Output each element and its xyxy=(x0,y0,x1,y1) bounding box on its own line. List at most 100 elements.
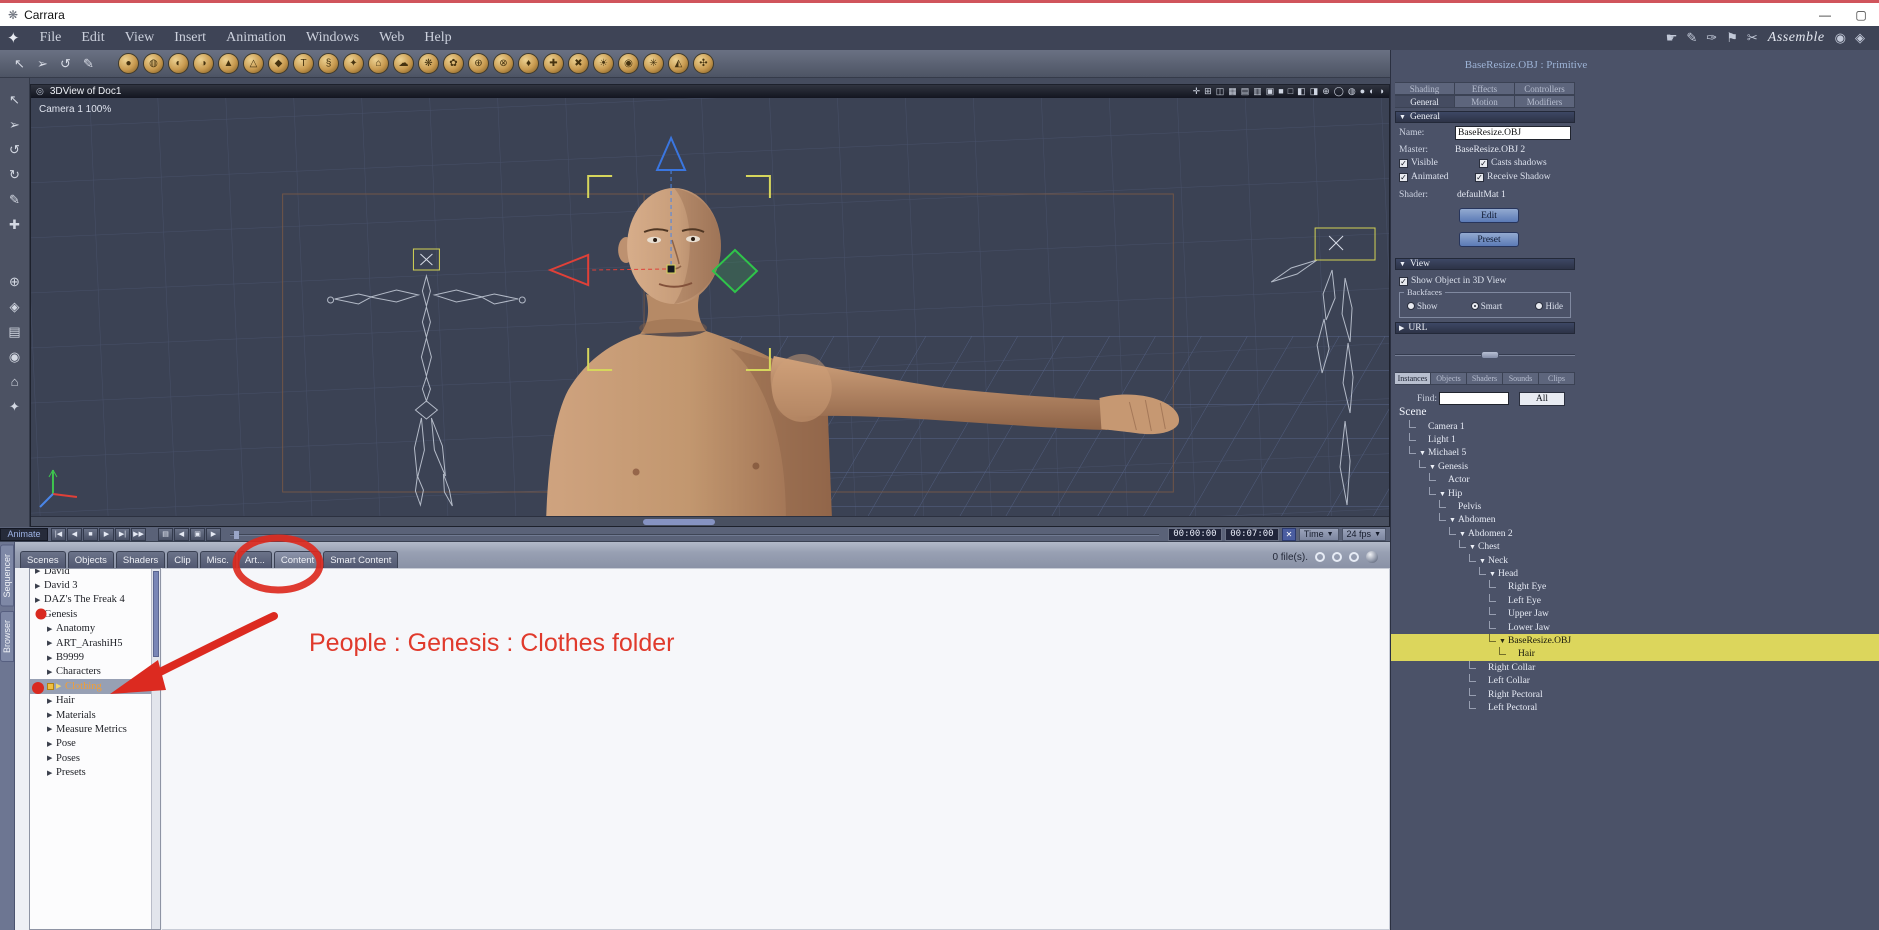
expand-arrow-icon[interactable]: ▶ xyxy=(47,625,56,633)
browser-tab[interactable]: Misc. xyxy=(199,551,236,568)
expand-arrow-icon[interactable]: ▼ xyxy=(1429,463,1438,471)
property-tab[interactable]: Modifiers xyxy=(1515,95,1575,108)
view-option-icon[interactable]: ◈ xyxy=(1855,30,1865,46)
all-filter-button[interactable]: All xyxy=(1519,392,1565,406)
view-control-icon[interactable]: ◨ xyxy=(1310,86,1319,97)
radio-icon[interactable] xyxy=(1407,302,1415,310)
fps-dropdown[interactable]: 24 fps ▼ xyxy=(1341,527,1386,541)
mode-tool-icon[interactable]: ✑ xyxy=(1706,30,1717,46)
insert-object-icon[interactable]: ◉ xyxy=(618,53,639,74)
visible-checkbox[interactable]: ✓ Visible xyxy=(1399,158,1438,168)
maximize-button[interactable]: ▢ xyxy=(1843,3,1879,26)
viewport-tool-icon[interactable]: ↻ xyxy=(9,167,20,182)
mode-tool-icon[interactable]: ✎ xyxy=(1686,30,1697,46)
expand-arrow-icon[interactable]: ▼ xyxy=(1499,637,1508,645)
transport-button[interactable]: ▶| xyxy=(115,527,130,541)
insert-object-icon[interactable]: ✦ xyxy=(343,53,364,74)
folder-tree-item[interactable]: ▶ ART_ArashiH5 xyxy=(30,636,160,650)
browser-tab[interactable]: Clip xyxy=(167,551,198,568)
transport-button[interactable]: ■ xyxy=(83,527,98,541)
scene-tree-item[interactable]: Right Collar xyxy=(1391,660,1879,674)
insert-object-icon[interactable]: ▲ xyxy=(218,53,239,74)
view-control-icon[interactable]: ▥ xyxy=(1253,86,1262,97)
scene-render[interactable] xyxy=(31,98,1389,516)
viewport-tool-icon[interactable]: ↺ xyxy=(9,142,20,157)
insert-object-icon[interactable]: ✚ xyxy=(543,53,564,74)
menu-item[interactable]: Edit xyxy=(71,28,114,48)
checkbox-icon[interactable]: ✓ xyxy=(1399,158,1408,168)
viewport-tool-icon[interactable]: ↖ xyxy=(9,92,20,107)
view-control-icon[interactable]: ◐ xyxy=(1369,86,1374,97)
menu-item[interactable]: Animation xyxy=(216,28,296,48)
scene-tree-item[interactable]: Left Eye xyxy=(1391,593,1879,607)
view-control-icon[interactable]: ▦ xyxy=(1228,86,1237,97)
timeline-close-button[interactable]: ✕ xyxy=(1281,527,1296,541)
insert-object-icon[interactable]: ✣ xyxy=(693,53,714,74)
scene-tree-item[interactable]: ▼ Michael 5 xyxy=(1391,446,1879,460)
name-input[interactable] xyxy=(1455,126,1571,140)
casts-shadows-checkbox[interactable]: ✓ Casts shadows xyxy=(1479,158,1547,168)
end-time-field[interactable]: 00:07:00 xyxy=(1224,527,1279,541)
expand-arrow-icon[interactable]: ▼ xyxy=(1419,449,1428,457)
scene-tree-item[interactable]: ▼ Abdomen 2 xyxy=(1391,526,1879,540)
insert-object-icon[interactable]: ⌂ xyxy=(368,53,389,74)
expand-arrow-icon[interactable]: ▶ xyxy=(47,740,56,748)
transport-button[interactable]: |◀ xyxy=(51,527,66,541)
folder-tree-item[interactable]: ▶ Clothing xyxy=(30,679,160,694)
panel-splitter-slider[interactable] xyxy=(1395,350,1575,360)
insert-object-icon[interactable]: ◐ xyxy=(168,53,189,74)
view-control-icon[interactable]: ⊞ xyxy=(1204,86,1212,97)
property-tab[interactable]: General xyxy=(1395,95,1455,108)
viewport-tool-icon[interactable]: ✚ xyxy=(9,217,20,232)
property-tab[interactable]: Motion xyxy=(1455,95,1515,108)
timeline-option-button[interactable]: ▶ xyxy=(206,527,221,541)
scene-tree-item[interactable]: Hair xyxy=(1391,647,1879,662)
scene-tree-item[interactable]: Actor xyxy=(1391,473,1879,487)
view-control-icon[interactable]: ▣ xyxy=(1266,86,1275,97)
scene-tree-item[interactable]: ▼ Neck xyxy=(1391,553,1879,567)
expand-arrow-icon[interactable]: ▶ xyxy=(47,725,56,733)
display-mode-icon[interactable] xyxy=(1349,552,1359,562)
expand-arrow-icon[interactable]: ▼ xyxy=(1439,490,1448,498)
view-control-icon[interactable]: ◯ xyxy=(1334,86,1344,97)
menu-item[interactable]: File xyxy=(30,28,72,48)
general-section-header[interactable]: ▼ General xyxy=(1395,111,1575,123)
menu-item[interactable]: Windows xyxy=(296,28,369,48)
menu-item[interactable]: Web xyxy=(369,28,414,48)
viewport-hscrollbar[interactable] xyxy=(31,516,1389,526)
mode-tool-icon[interactable]: ⚑ xyxy=(1726,30,1738,46)
expand-arrow-icon[interactable]: ▶ xyxy=(35,582,44,590)
content-file-area[interactable] xyxy=(162,568,1390,930)
folder-tree-item[interactable]: ▶ Anatomy xyxy=(30,622,160,636)
expand-arrow-icon[interactable]: ▶ xyxy=(47,754,56,762)
property-tab[interactable]: Controllers xyxy=(1515,82,1575,95)
expand-arrow-icon[interactable]: ▼ xyxy=(35,610,44,618)
insert-object-icon[interactable]: ⊕ xyxy=(468,53,489,74)
view-control-icon[interactable]: ✛ xyxy=(1193,86,1201,97)
timeline-option-button[interactable]: ▣ xyxy=(190,527,205,541)
insert-object-icon[interactable]: § xyxy=(318,53,339,74)
insert-object-icon[interactable]: ☀ xyxy=(593,53,614,74)
property-tab[interactable]: Shading xyxy=(1395,82,1455,95)
scene-tree-item[interactable]: Light 1 xyxy=(1391,433,1879,446)
viewport-tool-icon[interactable]: ◉ xyxy=(9,349,20,364)
insert-object-icon[interactable]: ● xyxy=(118,53,139,74)
show-object-checkbox[interactable]: ✓ Show Object in 3D View xyxy=(1399,276,1506,286)
folder-tree-item[interactable]: ▶ David xyxy=(30,569,160,578)
view-control-icon[interactable]: ● xyxy=(1360,86,1365,97)
transport-button[interactable]: ▶ xyxy=(99,527,114,541)
side-tab[interactable]: Sequencer xyxy=(0,545,14,607)
gizmo-center[interactable] xyxy=(666,264,676,274)
expand-arrow-icon[interactable]: ▶ xyxy=(35,596,44,604)
expand-arrow-icon[interactable]: ▶ xyxy=(47,769,56,777)
insert-object-icon[interactable]: ◆ xyxy=(268,53,289,74)
scene-tree-item[interactable]: Left Collar xyxy=(1391,674,1879,687)
expand-arrow-icon[interactable]: ▶ xyxy=(47,668,56,676)
timeline-option-button[interactable]: ◀ xyxy=(174,527,189,541)
playhead[interactable] xyxy=(234,530,239,539)
scene-tree-item[interactable]: Pelvis xyxy=(1391,500,1879,513)
view-control-icon[interactable]: ◍ xyxy=(1348,86,1356,97)
folder-tree-item[interactable]: ▶ Measure Metrics xyxy=(30,722,160,736)
menu-item[interactable]: Help xyxy=(414,28,461,48)
list-tab[interactable]: Sounds xyxy=(1503,372,1539,385)
